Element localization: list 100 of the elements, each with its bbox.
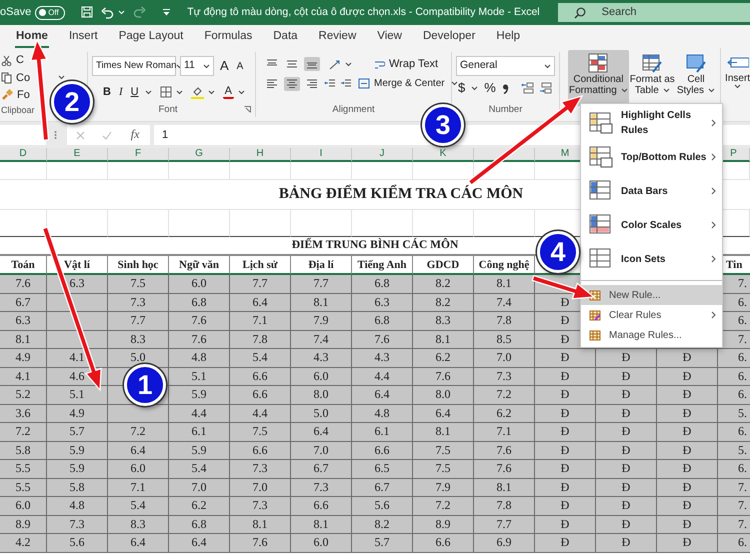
search-field[interactable]: Search bbox=[558, 3, 750, 22]
menu-item[interactable]: Data Bars bbox=[581, 174, 722, 208]
column-header[interactable]: J bbox=[352, 148, 413, 162]
table-cell: 6.6 bbox=[413, 534, 474, 552]
table-cell: Đ bbox=[535, 442, 596, 460]
column-header[interactable]: F bbox=[108, 148, 169, 162]
table-cell: 8.1 bbox=[230, 516, 291, 534]
insert-function-button[interactable]: fx bbox=[128, 127, 142, 143]
font-size-field[interactable]: 11 bbox=[180, 56, 214, 76]
table-cell: 6.0 bbox=[169, 275, 230, 294]
ribbon-tab[interactable]: Developer bbox=[422, 26, 476, 48]
ribbon-button[interactable]: Conditional Formatting bbox=[568, 50, 629, 106]
table-cell: 7.6 bbox=[413, 368, 474, 386]
ribbon-tab[interactable]: Data bbox=[272, 26, 299, 48]
ribbon-tab[interactable]: Help bbox=[495, 26, 522, 48]
table-cell: 6.6 bbox=[291, 497, 352, 516]
ribbon-tab[interactable]: View bbox=[376, 26, 403, 48]
menu-item[interactable]: Color Scales bbox=[581, 208, 722, 242]
table-cell: 5. bbox=[718, 442, 750, 460]
insert-button[interactable]: Insert bbox=[725, 52, 750, 90]
table-cell: 7.3 bbox=[230, 497, 291, 516]
grow-font-button[interactable]: A bbox=[218, 58, 231, 74]
table-cell: Đ bbox=[657, 534, 718, 552]
column-header[interactable]: E bbox=[47, 148, 108, 162]
percent-button[interactable]: % bbox=[482, 80, 498, 96]
ribbon-tab[interactable]: Formulas bbox=[203, 26, 254, 48]
table-cell: 4.8 bbox=[169, 349, 230, 368]
table-cell: 8.1 bbox=[474, 275, 535, 294]
bold-button[interactable]: B bbox=[101, 85, 113, 100]
table-cell: 8.5 bbox=[474, 330, 535, 349]
table-cell: 7.0 bbox=[169, 478, 230, 497]
table-cell: 4.9 bbox=[0, 349, 47, 368]
table-cell: Đ bbox=[596, 516, 657, 534]
table-cell: 7.8 bbox=[474, 312, 535, 330]
currency-button[interactable]: $ bbox=[456, 80, 468, 96]
table-cell: 5.6 bbox=[352, 497, 413, 516]
table-cell: 6.4 bbox=[169, 534, 230, 552]
table-cell: Đ bbox=[657, 368, 718, 386]
font-color-button[interactable]: A bbox=[222, 85, 234, 100]
table-cell: 7.3 bbox=[108, 294, 169, 312]
clipboard-button[interactable]: C bbox=[1, 53, 24, 68]
table-cell: 7.6 bbox=[169, 312, 230, 330]
table-cell: 7.8 bbox=[474, 497, 535, 516]
table-cell: 6. bbox=[718, 423, 750, 442]
table-caption: ĐIỂM TRUNG BÌNH CÁC MÔN bbox=[292, 236, 458, 253]
underline-button[interactable]: U bbox=[128, 85, 141, 100]
table-cell: 6. bbox=[718, 460, 750, 478]
clipboard-button[interactable]: Fo bbox=[1, 88, 30, 102]
table-cell: 6.2 bbox=[413, 349, 474, 368]
table-cell: 6.4 bbox=[108, 534, 169, 552]
menu-item[interactable]: New Rule... bbox=[581, 285, 722, 305]
column-header[interactable]: K bbox=[413, 148, 474, 162]
table-cell: 8.2 bbox=[413, 294, 474, 312]
table-cell: Đ bbox=[596, 386, 657, 404]
table-cell: 5.0 bbox=[291, 404, 352, 423]
table-cell: 7.3 bbox=[230, 460, 291, 478]
table-cell: 7.6 bbox=[474, 460, 535, 478]
menu-item[interactable]: Highlight Cells Rules bbox=[581, 106, 722, 140]
column-header[interactable]: H bbox=[230, 148, 291, 162]
table-cell: 8.3 bbox=[108, 516, 169, 534]
table-cell: 4.4 bbox=[230, 404, 291, 423]
table-cell: 6.5 bbox=[352, 460, 413, 478]
table-cell: Đ bbox=[596, 460, 657, 478]
table-cell: Đ bbox=[657, 442, 718, 460]
table-cell: Đ bbox=[596, 404, 657, 423]
table-cell: 7.4 bbox=[291, 330, 352, 349]
ribbon-tab[interactable]: Page Layout bbox=[118, 26, 184, 48]
table-cell: 6.7 bbox=[0, 294, 47, 312]
table-cell: 7.4 bbox=[474, 294, 535, 312]
column-header[interactable]: G bbox=[169, 148, 230, 162]
merge-center-button[interactable]: Merge & Center bbox=[356, 77, 447, 90]
shrink-font-button[interactable]: A bbox=[234, 60, 246, 72]
table-cell: 7.5 bbox=[230, 423, 291, 442]
table-cell: 8.1 bbox=[0, 330, 47, 349]
ribbon-tab[interactable]: Insert bbox=[68, 26, 99, 48]
table-cell: Đ bbox=[535, 497, 596, 516]
table-cell: 6.8 bbox=[169, 294, 230, 312]
table-cell: Đ bbox=[596, 497, 657, 516]
column-header[interactable]: D bbox=[0, 148, 47, 162]
table-cell: 6. bbox=[718, 534, 750, 552]
table-cell: 6.7 bbox=[352, 478, 413, 497]
italic-button[interactable]: I bbox=[116, 85, 125, 100]
table-cell: 6.4 bbox=[413, 404, 474, 423]
number-format-field[interactable]: General bbox=[456, 56, 555, 76]
table-cell: 6.3 bbox=[352, 294, 413, 312]
ribbon-button[interactable]: Cell Styles bbox=[676, 50, 716, 106]
table-cell: 6.9 bbox=[474, 534, 535, 552]
table-cell: 6.6 bbox=[352, 442, 413, 460]
table-cell: 5.2 bbox=[0, 386, 47, 404]
table-cell: 7.1 bbox=[108, 478, 169, 497]
table-cell: 7.5 bbox=[413, 460, 474, 478]
autosave-toggle[interactable]: Off bbox=[35, 6, 66, 20]
table-cell: Đ bbox=[535, 386, 596, 404]
column-header[interactable]: I bbox=[291, 148, 352, 162]
table-cell: 5.7 bbox=[352, 534, 413, 552]
clipboard-button[interactable]: Co bbox=[1, 70, 30, 85]
wrap-text-button[interactable]: Wrap Text bbox=[372, 57, 440, 72]
ribbon-tab[interactable]: Review bbox=[318, 26, 358, 48]
group-label: Alignment bbox=[331, 102, 376, 117]
table-cell: 4.3 bbox=[352, 349, 413, 368]
